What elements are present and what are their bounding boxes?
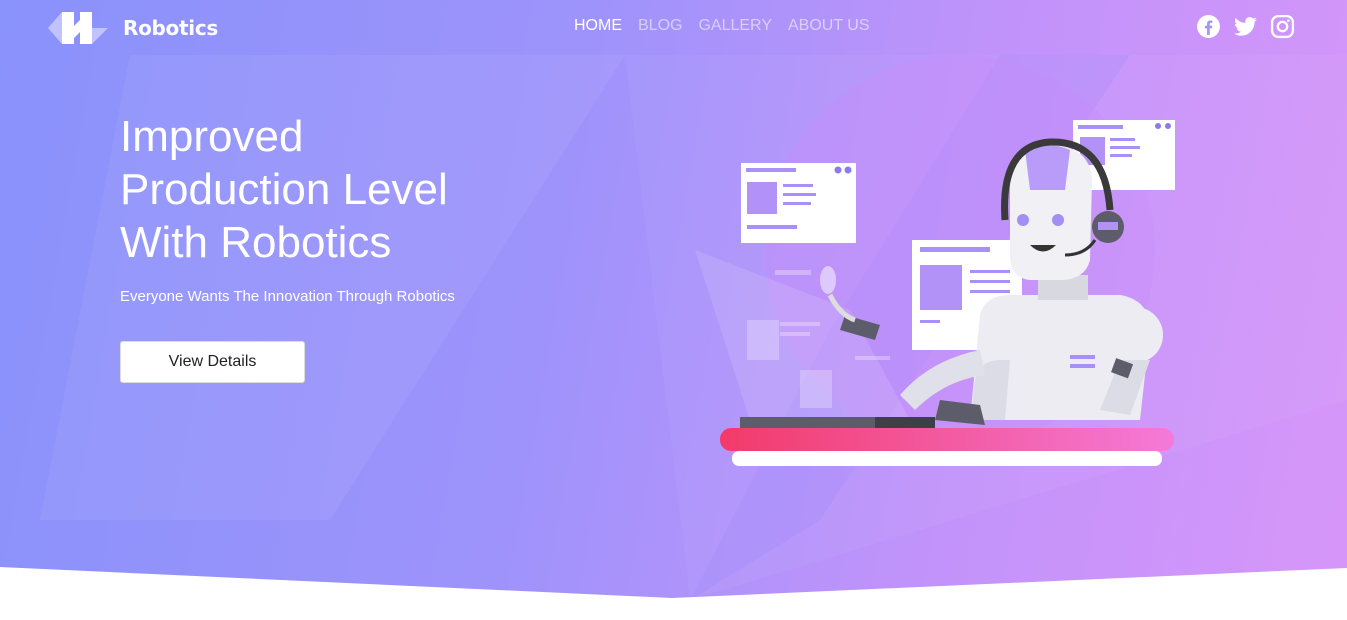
instagram-icon[interactable] [1270,14,1295,39]
facebook-icon[interactable] [1196,14,1221,39]
nav-item-about-us[interactable]: ABOUT US [788,17,870,35]
nav-item-home[interactable]: HOME [574,17,622,35]
view-details-button[interactable]: View Details [120,341,305,383]
headline-line-3: With Robotics [120,218,392,267]
brand-name[interactable]: Robotics [123,16,218,40]
headline-line-1: Improved [120,112,304,161]
nav-item-gallery[interactable]: GALLERY [698,17,772,35]
main-nav: HOME BLOG GALLERY ABOUT US [574,17,870,35]
robot-illustration [695,120,1175,466]
social-links [1196,14,1295,39]
nav-item-blog[interactable]: BLOG [638,17,682,35]
twitter-icon[interactable] [1233,14,1258,39]
hero-headline: Improved Production Level With Robotics [120,110,540,269]
hero-section: Robotics HOME BLOG GALLERY ABOUT US Impr… [0,0,1347,598]
logo-mark-icon[interactable] [48,12,110,44]
floating-window-left [741,163,856,243]
headline-line-2: Production Level [120,165,448,214]
hero-subtitle: Everyone Wants The Innovation Through Ro… [120,288,455,305]
